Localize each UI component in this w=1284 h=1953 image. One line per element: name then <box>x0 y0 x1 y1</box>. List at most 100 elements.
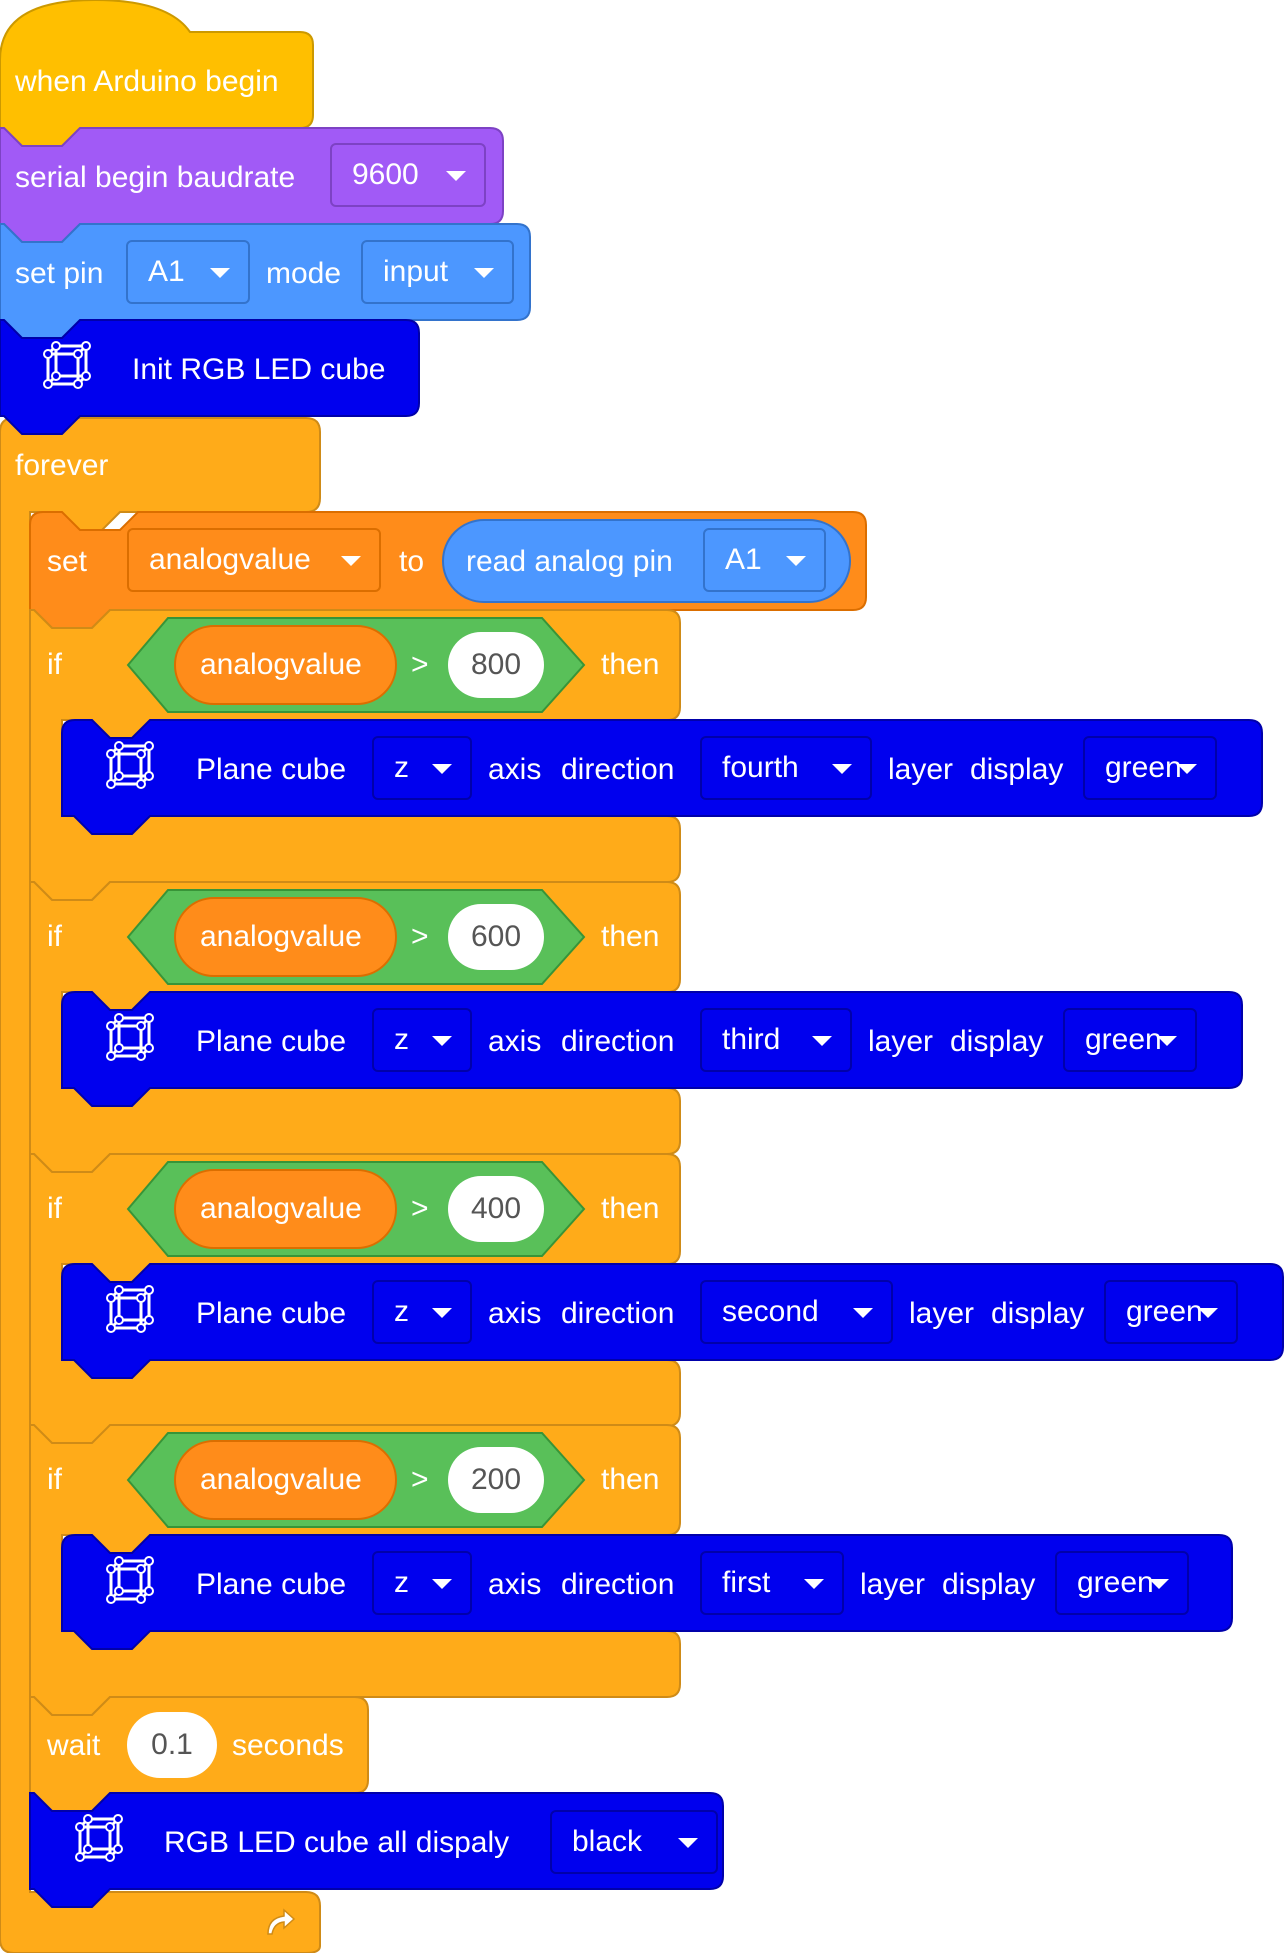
axis-value: z <box>394 1566 409 1599</box>
variable-dropdown[interactable]: analogvalue <box>127 528 381 592</box>
layer-value: fourth <box>722 751 799 784</box>
read-analog-label: read analog pin <box>466 545 673 578</box>
read-pin-value: A1 <box>725 543 762 576</box>
wait-seconds-input[interactable]: 0.1 <box>127 1712 217 1778</box>
caret-down-icon <box>432 1036 452 1046</box>
variable-name: analogvalue <box>149 543 311 576</box>
condition-variable-label: analogvalue <box>200 920 362 953</box>
axis-dropdown[interactable]: z <box>372 736 472 800</box>
layer-label: layer <box>909 1297 975 1330</box>
baudrate-value: 9600 <box>352 158 419 191</box>
display-label: display <box>970 753 1064 786</box>
layer-dropdown[interactable]: first <box>700 1551 844 1615</box>
condition-variable-label: analogvalue <box>200 1192 362 1225</box>
color-dropdown[interactable]: green <box>1063 1008 1197 1072</box>
all-display-color-value: black <box>572 1825 643 1858</box>
axis-value: z <box>394 751 409 784</box>
axis-label: axis <box>488 753 542 786</box>
if-label: if <box>47 1192 62 1225</box>
layer-dropdown[interactable]: third <box>700 1008 852 1072</box>
plane-cube-label: Plane cube <box>196 753 347 786</box>
color-value: green <box>1105 751 1182 784</box>
caret-down-icon <box>786 556 806 566</box>
display-label: display <box>991 1297 1085 1330</box>
if-label: if <box>47 1463 62 1496</box>
color-value: green <box>1077 1566 1154 1599</box>
pin-value: A1 <box>148 255 185 288</box>
led-cube-icon <box>106 1285 154 1333</box>
caret-down-icon <box>853 1308 873 1318</box>
color-dropdown[interactable]: green <box>1104 1280 1238 1344</box>
set-label: set <box>47 545 88 578</box>
caret-down-icon <box>432 764 452 774</box>
threshold-input[interactable]: 800 <box>448 632 544 698</box>
axis-dropdown[interactable]: z <box>372 1280 472 1344</box>
threshold-input[interactable]: 600 <box>448 904 544 970</box>
direction-label: direction <box>561 1568 675 1601</box>
layer-dropdown[interactable]: second <box>700 1280 893 1344</box>
color-dropdown[interactable]: green <box>1055 1551 1189 1615</box>
caret-down-icon <box>210 268 230 278</box>
plane-cube-label: Plane cube <box>196 1025 347 1058</box>
layer-label: layer <box>888 753 954 786</box>
axis-dropdown[interactable]: z <box>372 1008 472 1072</box>
threshold-input[interactable]: 200 <box>448 1447 544 1513</box>
layer-label: layer <box>868 1025 934 1058</box>
caret-down-icon <box>832 764 852 774</box>
caret-down-icon <box>1177 764 1197 774</box>
then-label: then <box>601 1192 660 1225</box>
led-cube-icon <box>75 1814 123 1862</box>
led-cube-icon <box>106 741 154 789</box>
caret-down-icon <box>804 1579 824 1589</box>
then-label: then <box>601 920 660 953</box>
threshold-input[interactable]: 400 <box>448 1176 544 1242</box>
layer-value: first <box>722 1566 771 1599</box>
read-pin-dropdown[interactable]: A1 <box>703 528 826 592</box>
axis-dropdown[interactable]: z <box>372 1551 472 1615</box>
mode-dropdown[interactable]: input <box>361 240 514 304</box>
pin-dropdown[interactable]: A1 <box>126 240 250 304</box>
color-dropdown[interactable]: green <box>1083 736 1217 800</box>
axis-label: axis <box>488 1297 542 1330</box>
axis-value: z <box>394 1295 409 1328</box>
if-label: if <box>47 648 62 681</box>
led-cube-icon <box>43 341 91 389</box>
baudrate-dropdown[interactable]: 9600 <box>330 143 486 207</box>
to-label: to <box>399 545 425 578</box>
direction-label: direction <box>561 753 675 786</box>
condition-variable-label: analogvalue <box>200 1463 362 1496</box>
then-label: then <box>601 1463 660 1496</box>
layer-label: layer <box>860 1568 926 1601</box>
operator-label: > <box>411 1192 429 1225</box>
condition-variable-label: analogvalue <box>200 648 362 681</box>
seconds-label: seconds <box>232 1729 344 1762</box>
color-value: green <box>1126 1295 1203 1328</box>
operator-label: > <box>411 1463 429 1496</box>
plane-cube-label: Plane cube <box>196 1568 347 1601</box>
wait-label: wait <box>47 1729 101 1762</box>
plane-cube-label: Plane cube <box>196 1297 347 1330</box>
color-value: green <box>1085 1023 1162 1056</box>
all-display-color-dropdown[interactable]: black <box>550 1810 718 1874</box>
start-label: when Arduino begin <box>15 65 279 98</box>
display-label: display <box>950 1025 1044 1058</box>
operator-label: > <box>411 920 429 953</box>
axis-label: axis <box>488 1568 542 1601</box>
caret-down-icon <box>474 268 494 278</box>
layer-dropdown[interactable]: fourth <box>700 736 872 800</box>
loop-arrow-icon <box>267 1908 296 1935</box>
led-cube-icon <box>106 1556 154 1604</box>
serial-label: serial begin baudrate <box>15 161 296 194</box>
all-display-label: RGB LED cube all dispaly <box>164 1826 510 1859</box>
caret-down-icon <box>812 1036 832 1046</box>
direction-label: direction <box>561 1025 675 1058</box>
caret-down-icon <box>1198 1308 1218 1318</box>
if-label: if <box>47 920 62 953</box>
caret-down-icon <box>432 1308 452 1318</box>
mode-label: mode <box>266 257 342 290</box>
display-label: display <box>942 1568 1036 1601</box>
layer-value: third <box>722 1023 781 1056</box>
set-pin-label: set pin <box>15 257 104 290</box>
then-label: then <box>601 648 660 681</box>
operator-label: > <box>411 648 429 681</box>
